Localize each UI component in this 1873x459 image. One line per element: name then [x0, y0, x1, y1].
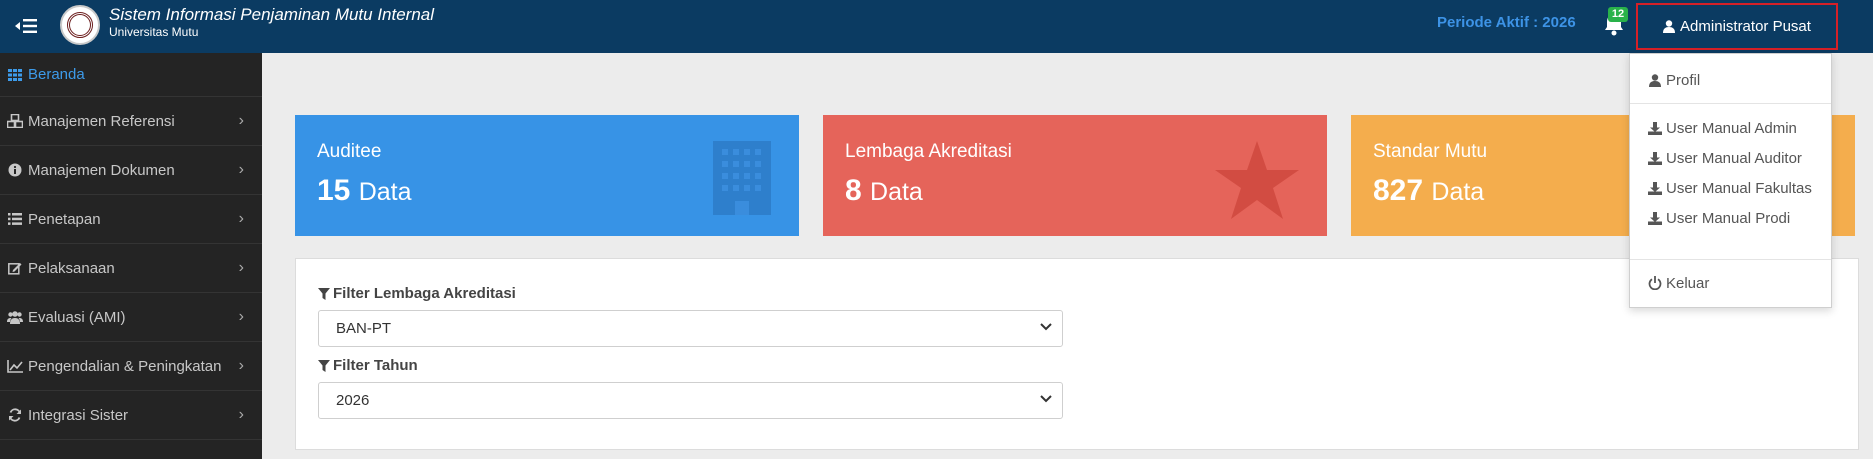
user-icon: [1648, 73, 1662, 87]
chevron-right-icon: ›: [238, 259, 244, 276]
sidebar-item-manajemen-dokumen[interactable]: Manajemen Dokumen ›: [0, 146, 262, 195]
card-title: Auditee: [317, 141, 382, 162]
sidebar-item-penetapan[interactable]: Penetapan ›: [0, 195, 262, 244]
institution-name: Universitas Mutu: [109, 25, 199, 39]
sidebar-item-evaluasi-ami[interactable]: Evaluasi (AMI) ›: [0, 293, 262, 342]
chevron-down-icon: [1040, 395, 1052, 403]
menu-item-manual-prodi[interactable]: User Manual Prodi: [1630, 203, 1831, 233]
card-value: 827 Data: [1373, 174, 1485, 207]
menu-item-manual-admin[interactable]: User Manual Admin: [1630, 113, 1831, 143]
menu-divider: [1630, 259, 1831, 260]
filter-lembaga-label: Filter Lembaga Akreditasi: [318, 285, 516, 302]
tahun-select[interactable]: 2026: [318, 382, 1063, 419]
app-title: Sistem Informasi Penjaminan Mutu Interna…: [109, 5, 435, 24]
top-navbar: Sistem Informasi Penjaminan Mutu Interna…: [0, 0, 1873, 53]
sidebar-item-manajemen-referensi[interactable]: Manajemen Referensi ›: [0, 97, 262, 146]
chevron-down-icon: [1040, 323, 1052, 331]
cubes-icon: [7, 114, 23, 128]
list-icon: [7, 212, 23, 226]
periode-aktif: Periode Aktif : 2026: [1437, 14, 1576, 31]
card-title: Lembaga Akreditasi: [845, 141, 1012, 162]
sidebar-item-label: Manajemen Dokumen: [28, 161, 175, 179]
university-logo: [60, 5, 100, 45]
sidebar-item-label: Pengendalian & Peningkatan: [28, 357, 222, 375]
chevron-right-icon: ›: [238, 210, 244, 227]
sidebar-item-pengendalian-peningkatan[interactable]: Pengendalian & Peningkatan ›: [0, 342, 262, 391]
sidebar-item-label: Beranda: [28, 66, 85, 83]
sidebar-item-label: Pelaksanaan: [28, 259, 115, 277]
download-icon: [1648, 121, 1662, 135]
info-icon: [7, 163, 23, 177]
download-icon: [1648, 181, 1662, 195]
card-value: 8 Data: [845, 174, 923, 207]
selected-value: BAN-PT: [336, 320, 392, 337]
filter-tahun-label: Filter Tahun: [318, 357, 418, 374]
refresh-icon: [7, 408, 23, 422]
sidebar-item-label: Integrasi Sister: [28, 406, 129, 424]
menu-divider: [1630, 103, 1831, 104]
line-chart-icon: [7, 359, 23, 373]
download-icon: [1648, 151, 1662, 165]
menu-item-profil[interactable]: Profil: [1630, 65, 1831, 95]
th-icon: [7, 68, 23, 82]
chevron-right-icon: ›: [238, 406, 244, 423]
star-icon: [1215, 141, 1299, 226]
chevron-right-icon: ›: [238, 357, 244, 374]
sidebar-item-beranda[interactable]: Beranda: [0, 53, 262, 97]
filter-icon: [318, 287, 330, 300]
sidebar-item-pelaksanaan[interactable]: Pelaksanaan ›: [0, 244, 262, 293]
sidebar-item-label: Manajemen Referensi: [28, 112, 175, 130]
notification-count-badge: 12: [1608, 7, 1628, 22]
edit-icon: [7, 261, 23, 275]
card-title: Standar Mutu: [1373, 141, 1488, 162]
download-icon: [1648, 211, 1662, 225]
menu-item-manual-fakultas[interactable]: User Manual Fakultas: [1630, 173, 1831, 203]
user-icon: [1663, 20, 1676, 33]
user-name: Administrator Pusat: [1680, 18, 1811, 35]
users-icon: [7, 310, 23, 324]
building-icon: [713, 141, 771, 220]
sidebar-item-label: Penetapan: [28, 210, 101, 228]
sidebar-item-integrasi-sister[interactable]: Integrasi Sister ›: [0, 391, 262, 440]
power-off-icon: [1648, 276, 1662, 290]
user-menu-button[interactable]: Administrator Pusat: [1636, 3, 1838, 50]
sidebar-toggle-button[interactable]: [10, 10, 42, 42]
filter-icon: [318, 359, 330, 372]
selected-value: 2026: [336, 392, 370, 409]
chevron-right-icon: ›: [238, 161, 244, 178]
filter-panel: Filter Lembaga Akreditasi BAN-PT Filter …: [295, 258, 1859, 450]
lembaga-akreditasi-select[interactable]: BAN-PT: [318, 310, 1063, 347]
chevron-right-icon: ›: [238, 112, 244, 129]
chevron-right-icon: ›: [238, 308, 244, 325]
menu-item-keluar[interactable]: Keluar: [1630, 268, 1831, 298]
stat-card-auditee: Auditee 15 Data: [295, 115, 799, 236]
menu-collapse-icon: [15, 19, 37, 33]
stat-card-lembaga-akreditasi: Lembaga Akreditasi 8 Data: [823, 115, 1327, 236]
brand: Sistem Informasi Penjaminan Mutu Interna…: [109, 5, 434, 39]
card-value: 15 Data: [317, 174, 412, 207]
user-dropdown-menu: Profil User Manual Admin User Manual Aud…: [1629, 53, 1832, 308]
sidebar: Beranda Manajemen Referensi › Manajemen …: [0, 53, 262, 459]
sidebar-item-label: Evaluasi (AMI): [28, 308, 126, 326]
menu-item-manual-auditor[interactable]: User Manual Auditor: [1630, 143, 1831, 173]
